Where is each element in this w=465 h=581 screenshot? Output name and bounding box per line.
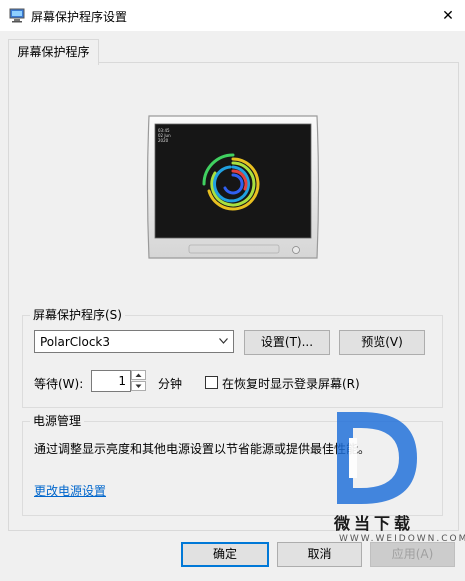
screensaver-app-icon [9,8,25,23]
arrow-down-icon [135,384,142,388]
window-title: 屏幕保护程序设置 [31,10,128,24]
wait-label: 等待(W): [34,377,84,391]
close-button[interactable]: ✕ [431,0,465,31]
clock-text: 03:45 02 Jun 2020 [158,128,171,143]
screensaver-select[interactable]: PolarClock3 [34,330,234,353]
ok-button[interactable]: 确定 [181,542,269,567]
weidown-logo-icon [337,412,417,504]
wait-spinner [131,370,147,392]
watermark-brand: 微当下载 [334,514,415,533]
resume-logon-checkbox[interactable] [205,376,218,389]
apply-button[interactable]: 应用(A) [370,542,455,567]
preview-button[interactable]: 预览(V) [339,330,425,355]
close-icon: ✕ [442,7,454,24]
wait-minutes-input[interactable]: 1 [91,370,131,392]
arrow-up-icon [135,373,142,377]
tab-screensaver[interactable]: 屏幕保护程序 [8,39,99,65]
spin-down-button[interactable] [131,381,146,391]
power-group-label: 电源管理 [30,412,85,429]
minutes-label: 分钟 [158,377,183,391]
screensaver-select-value: PolarClock3 [40,335,111,349]
change-power-settings-link[interactable]: 更改电源设置 [34,482,106,499]
screensaver-group-label: 屏幕保护程序(S) [30,306,125,323]
cancel-button[interactable]: 取消 [277,542,362,567]
settings-button[interactable]: 设置(T)... [244,330,330,355]
resume-logon-label[interactable]: 在恢复时显示登录屏幕(R) [222,375,360,392]
chevron-down-icon [219,338,228,344]
clock-year: 2020 [158,138,169,143]
screensaver-group [22,315,443,408]
power-description: 通过调整显示亮度和其他电源设置以节省能源或提供最佳性能。 [34,442,371,456]
spin-up-button[interactable] [131,370,146,380]
